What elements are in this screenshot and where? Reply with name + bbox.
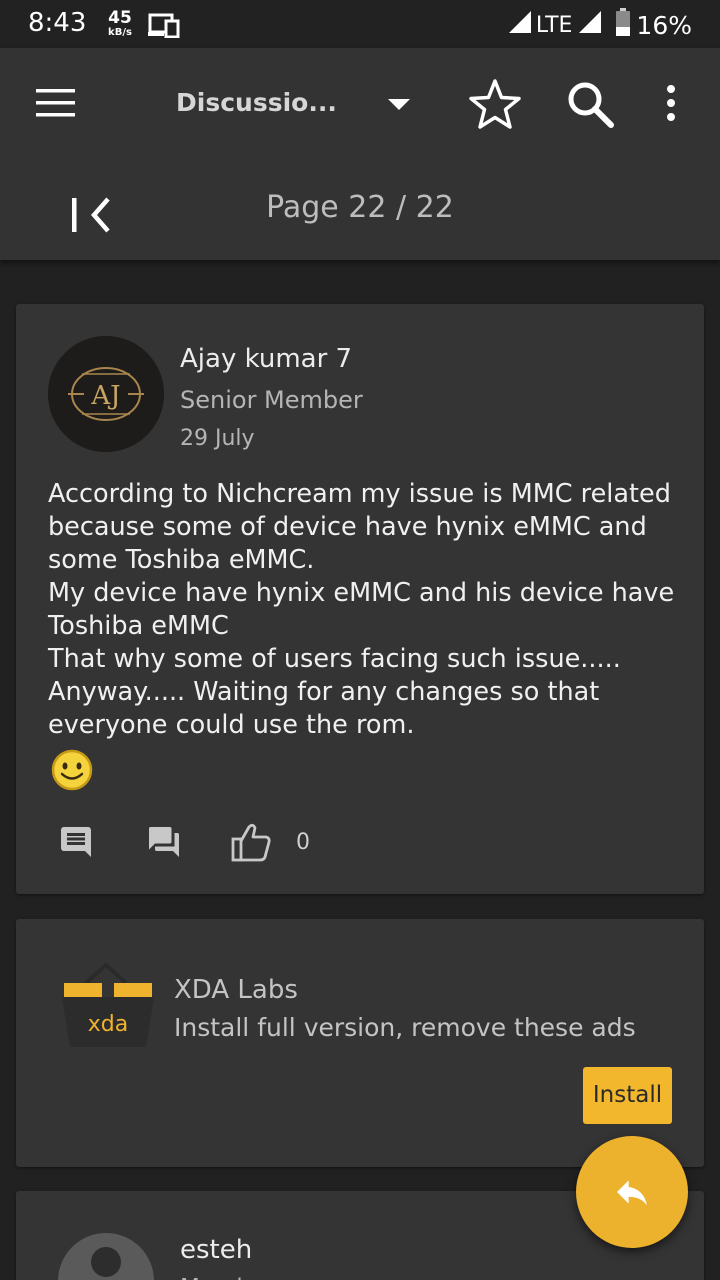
- post-body-line: Toshiba eMMC: [48, 611, 229, 641]
- more-options-button[interactable]: [664, 84, 678, 128]
- ad-title: XDA Labs: [174, 975, 298, 1005]
- battery-icon: [616, 8, 631, 42]
- signal-strength-icon: [578, 10, 602, 40]
- reply-fab[interactable]: [576, 1136, 688, 1248]
- network-speed-value: 45: [108, 8, 132, 28]
- post-date: 29 July: [180, 426, 255, 451]
- network-speed: 45 kB/s: [106, 10, 134, 38]
- battery-percent: 16%: [636, 10, 692, 40]
- devices-icon: [148, 12, 180, 42]
- post-body-line: some Toshiba eMMC.: [48, 545, 315, 575]
- comment-icon: [61, 827, 91, 857]
- post-body: According to Nichcream my issue is MMC r…: [48, 478, 688, 742]
- status-right: LTE 16%: [508, 8, 692, 42]
- post-body-line: everyone could use the rom.: [48, 710, 415, 740]
- search-button[interactable]: [566, 80, 616, 134]
- star-outline-icon: [469, 79, 521, 129]
- status-bar: 8:43 45 kB/s LTE 16%: [0, 0, 720, 48]
- signal-icon: [508, 10, 532, 40]
- app-bar: Discussio... Page 22 / 22: [0, 48, 720, 260]
- post-body-line: According to Nichcream my issue is MMC r…: [48, 479, 671, 509]
- quote-button[interactable]: [58, 824, 94, 864]
- ad-logo-text: xda: [88, 1012, 128, 1037]
- user-avatar[interactable]: AJ: [48, 336, 164, 452]
- ad-subtitle: Install full version, remove these ads: [174, 1013, 636, 1042]
- thumbs-up-icon: [231, 823, 271, 862]
- search-icon: [568, 82, 614, 128]
- post-body-line: because some of device have hynix eMMC a…: [48, 512, 647, 542]
- like-button[interactable]: [230, 821, 272, 867]
- post-card: AJ Ajay kumar 7 Senior Member 29 July Ac…: [16, 304, 704, 894]
- favorite-button[interactable]: [468, 78, 522, 134]
- page-indicator: Page 22 / 22: [266, 190, 454, 225]
- install-button[interactable]: Install: [583, 1067, 672, 1124]
- status-time: 8:43: [28, 8, 87, 38]
- post-author-role: Member: [180, 1275, 275, 1280]
- hamburger-menu-icon: [36, 89, 75, 117]
- post-body-line: Anyway..... Waiting for any changes so t…: [48, 677, 600, 707]
- menu-button[interactable]: [36, 88, 76, 118]
- ad-card: xda XDA Labs Install full version, remov…: [16, 919, 704, 1167]
- avatar-image: AJ: [48, 336, 164, 452]
- reply-thread-button[interactable]: [146, 824, 182, 864]
- thread-selector[interactable]: Discussio...: [176, 86, 416, 124]
- like-count: 0: [296, 830, 310, 855]
- post-author[interactable]: Ajay kumar 7: [180, 344, 352, 374]
- network-speed-unit: kB/s: [108, 27, 132, 38]
- post-body-line: That why some of users facing such issue…: [48, 644, 621, 674]
- avatar-monogram: AJ: [90, 381, 120, 411]
- smiley-icon: [50, 748, 94, 796]
- forum-icon: [149, 827, 179, 857]
- thread-title: Discussio...: [176, 88, 337, 117]
- default-avatar-icon: [91, 1247, 121, 1277]
- xda-labs-logo: xda: [58, 961, 158, 1059]
- user-avatar[interactable]: [58, 1233, 154, 1280]
- reply-icon: [617, 1180, 647, 1206]
- more-vertical-icon: [667, 85, 675, 121]
- post-body-line: My device have hynix eMMC and his device…: [48, 578, 675, 608]
- caret-down-icon: [388, 99, 410, 110]
- post-author[interactable]: esteh: [180, 1235, 252, 1265]
- network-type: LTE: [535, 12, 573, 38]
- post-author-role: Senior Member: [180, 386, 363, 414]
